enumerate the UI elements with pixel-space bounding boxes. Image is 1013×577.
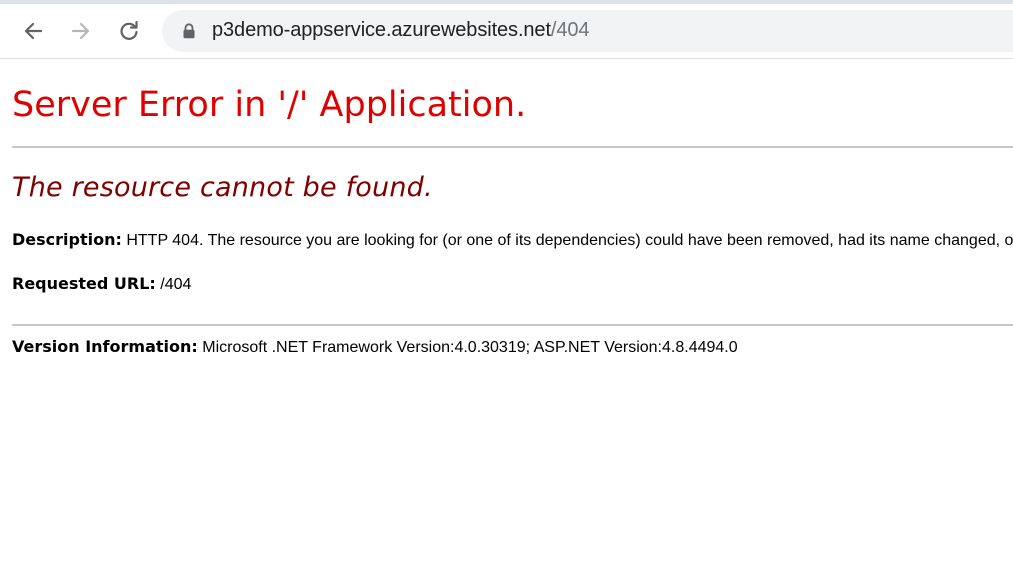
page-title: Server Error in '/' Application. bbox=[12, 85, 527, 125]
description-label: Description: bbox=[12, 230, 122, 249]
url-host: p3demo-appservice.azurewebsites.net bbox=[212, 19, 551, 41]
requested-url-label: Requested URL: bbox=[12, 274, 156, 293]
reload-button[interactable] bbox=[114, 16, 144, 46]
version-line: Version Information: Microsoft .NET Fram… bbox=[12, 337, 738, 357]
error-subtitle: The resource cannot be found. bbox=[12, 172, 433, 203]
version-label: Version Information: bbox=[12, 337, 198, 356]
back-button[interactable] bbox=[18, 16, 48, 46]
arrow-right-icon bbox=[71, 22, 90, 40]
requested-url-line: Requested URL: /404 bbox=[12, 274, 191, 294]
arrow-left-icon bbox=[24, 22, 43, 40]
title-divider bbox=[12, 146, 1013, 148]
description-text: HTTP 404. The resource you are looking f… bbox=[126, 232, 1013, 249]
reload-icon bbox=[120, 20, 138, 40]
browser-toolbar: p3demo-appservice.azurewebsites.net/404 bbox=[0, 4, 1013, 59]
address-url[interactable]: p3demo-appservice.azurewebsites.net/404 bbox=[212, 19, 590, 42]
page-content: Server Error in '/' Application. The res… bbox=[12, 58, 1013, 577]
requested-url-value: /404 bbox=[160, 276, 192, 293]
url-path: /404 bbox=[550, 19, 590, 41]
lock-icon[interactable] bbox=[182, 23, 196, 39]
forward-button[interactable] bbox=[66, 16, 96, 46]
description-line: Description: HTTP 404. The resource you … bbox=[12, 230, 1013, 250]
address-bar[interactable]: p3demo-appservice.azurewebsites.net/404 bbox=[162, 10, 1013, 52]
version-divider bbox=[12, 324, 1013, 326]
version-text: Microsoft .NET Framework Version:4.0.303… bbox=[202, 339, 738, 356]
